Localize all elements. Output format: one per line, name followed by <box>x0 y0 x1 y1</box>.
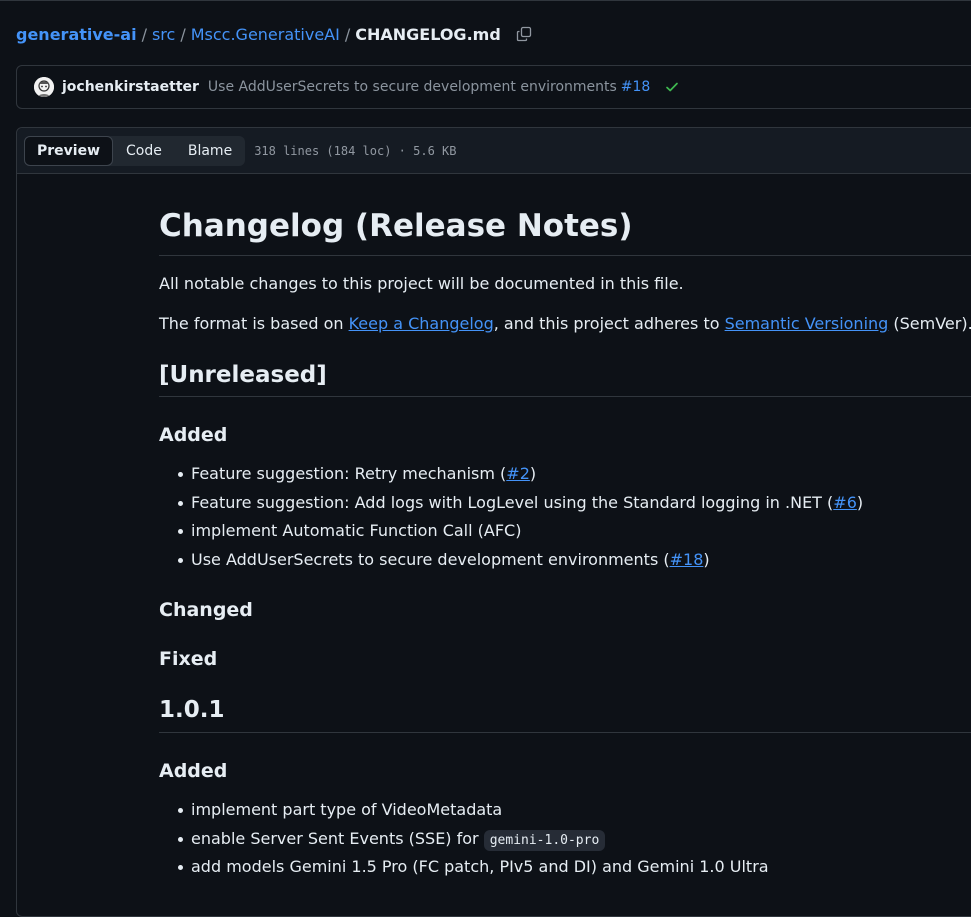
avatar[interactable] <box>34 77 54 97</box>
latest-commit-bar: jochenkirstaetter Use AddUserSecrets to … <box>16 65 971 109</box>
commit-author-link[interactable]: jochenkirstaetter <box>62 79 199 95</box>
list-item: implement part type of VideoMetadata <box>159 798 769 827</box>
breadcrumb-project-link[interactable]: Mscc.GenerativeAI <box>191 25 340 44</box>
commit-pr-link[interactable]: #18 <box>621 79 651 95</box>
tab-blame[interactable]: Blame <box>175 136 245 166</box>
copy-icon <box>516 26 531 42</box>
issue-link[interactable]: #18 <box>670 550 704 569</box>
file-header: Preview Code Blame 318 lines (184 loc) ·… <box>17 128 971 174</box>
format-paragraph: The format is based on Keep a Changelog,… <box>159 312 971 336</box>
check-status-icon[interactable] <box>664 79 680 95</box>
breadcrumb-separator: / <box>344 24 351 44</box>
list-item-text: Use AddUserSecrets to secure development… <box>191 549 670 569</box>
release-101-added-list: implement part type of VideoMetadata ena… <box>159 798 769 884</box>
commit-message-link[interactable]: Use AddUserSecrets to secure development… <box>208 79 617 95</box>
breadcrumb: generative-ai / src / Mscc.GenerativeAI … <box>16 23 534 45</box>
file-stats: 318 lines (184 loc) · 5.6 KB <box>254 143 457 158</box>
view-mode-toggle: Preview Code Blame <box>24 135 246 166</box>
semantic-versioning-link[interactable]: Semantic Versioning <box>725 314 889 333</box>
list-item-text: add models Gemini 1.5 Pro (FC patch, PIv… <box>191 857 769 876</box>
list-item-text: Feature suggestion: Add logs with LogLev… <box>191 492 834 512</box>
list-item: Feature suggestion: Retry mechanism (#2) <box>159 462 863 491</box>
format-text: , and this project adheres to <box>493 314 725 333</box>
unreleased-added-list: Feature suggestion: Retry mechanism (#2)… <box>159 462 863 576</box>
list-item-text: ) <box>856 492 864 512</box>
intro-paragraph: All notable changes to this project will… <box>159 274 684 293</box>
tab-preview[interactable]: Preview <box>24 135 114 166</box>
list-item: add models Gemini 1.5 Pro (FC patch, PIv… <box>159 855 769 884</box>
release-101-heading: 1.0.1 <box>159 697 225 723</box>
unreleased-divider <box>159 396 971 397</box>
issue-link[interactable]: #6 <box>833 493 857 512</box>
unreleased-changed-heading: Changed <box>159 599 253 621</box>
list-item-text: implement part type of VideoMetadata <box>191 800 503 819</box>
breadcrumb-file-name: CHANGELOG.md <box>355 24 501 44</box>
format-text: The format is based on <box>159 314 349 333</box>
list-item-text: ) <box>529 464 537 483</box>
unreleased-fixed-heading: Fixed <box>159 648 218 670</box>
avatar-icon <box>34 77 54 97</box>
list-item-text: implement Automatic Function Call (AFC) <box>191 521 522 540</box>
release-101-divider <box>159 732 971 733</box>
list-item: enable Server Sent Events (SSE) for gemi… <box>159 827 769 856</box>
page-title: Changelog (Release Notes) <box>159 208 633 244</box>
unreleased-heading: [Unreleased] <box>159 362 327 388</box>
list-item-text: ) <box>703 549 710 569</box>
release-101-added-heading: Added <box>159 760 228 782</box>
format-text: (SemVer). <box>888 314 971 333</box>
keep-a-changelog-link[interactable]: Keep a Changelog <box>349 314 494 333</box>
list-item-text: Feature suggestion: Retry mechanism ( <box>191 464 507 483</box>
title-divider <box>159 255 971 256</box>
list-item: Feature suggestion: Add logs with LogLev… <box>159 491 863 520</box>
copy-path-button[interactable] <box>514 24 534 44</box>
breadcrumb-src-link[interactable]: src <box>152 25 175 44</box>
tab-code[interactable]: Code <box>113 136 175 166</box>
issue-link[interactable]: #2 <box>506 464 530 483</box>
breadcrumb-repo-link[interactable]: generative-ai <box>16 25 137 44</box>
top-border <box>0 0 971 1</box>
breadcrumb-separator: / <box>141 24 147 44</box>
file-viewer: Preview Code Blame 318 lines (184 loc) ·… <box>16 127 971 917</box>
breadcrumb-separator: / <box>180 24 186 44</box>
list-item-text: enable Server Sent Events (SSE) for <box>191 828 484 848</box>
inline-code: gemini-1.0-pro <box>483 829 606 851</box>
unreleased-added-heading: Added <box>159 424 228 446</box>
list-item: implement Automatic Function Call (AFC) <box>159 519 863 548</box>
list-item: Use AddUserSecrets to secure development… <box>159 548 863 577</box>
